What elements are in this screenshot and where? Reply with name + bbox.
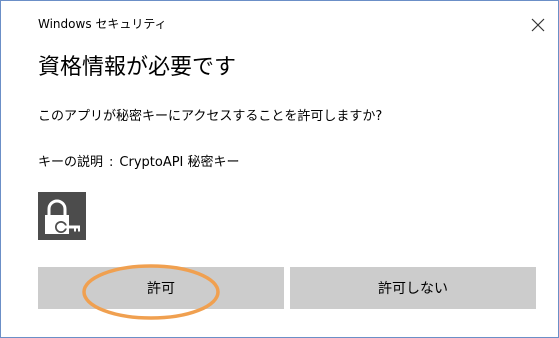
permission-question: このアプリが秘密キーにアクセスすることを許可しますか? (38, 109, 383, 124)
key-description-separator: : (109, 155, 114, 170)
key-description-value: CryptoAPI 秘密キー (119, 155, 240, 170)
dialog-title: 資格情報が必要です (38, 55, 237, 80)
deny-button[interactable]: 許可しない (290, 267, 536, 309)
padlock-key-icon (38, 192, 86, 240)
key-description-label: キーの説明 (38, 155, 104, 170)
close-button[interactable] (523, 10, 553, 40)
window-caption: Windows セキュリティ (38, 17, 167, 31)
close-icon (531, 18, 545, 32)
credential-dialog: Windows セキュリティ 資格情報が必要です このアプリが秘密キーにアクセス… (0, 0, 559, 338)
key-description: キーの説明: CryptoAPI 秘密キー (38, 151, 240, 170)
allow-button[interactable]: 許可 (38, 267, 284, 309)
